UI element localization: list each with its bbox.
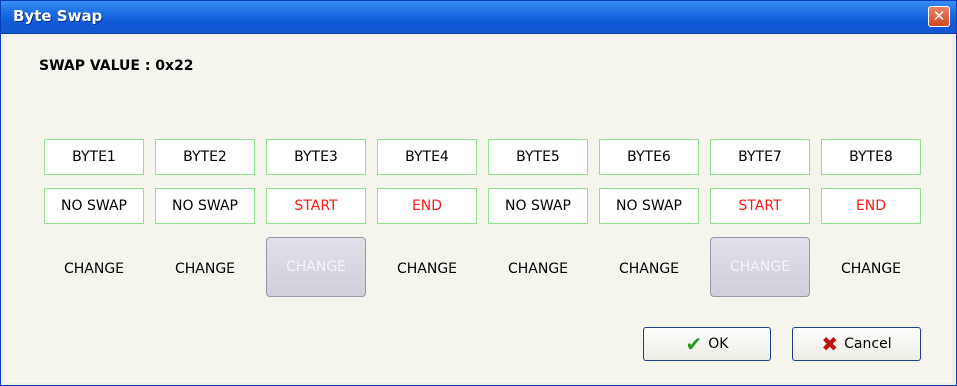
close-icon: ✕ (932, 7, 946, 25)
change-button-3[interactable]: CHANGE (266, 237, 366, 297)
checkmark-icon: ✔ (685, 332, 703, 356)
ok-button[interactable]: ✔ OK (643, 327, 771, 361)
swap-value-display: SWAP VALUE : 0x22 (39, 58, 194, 74)
close-button[interactable]: ✕ (928, 6, 950, 27)
byte-state-2: NO SWAP (155, 188, 255, 224)
byte-state-7: START (710, 188, 810, 224)
byte-state-4: END (377, 188, 477, 224)
byte-label-6: BYTE6 (599, 139, 699, 175)
byte-label-7: BYTE7 (710, 139, 810, 175)
change-button-1[interactable]: CHANGE (44, 239, 144, 299)
swap-value-label: SWAP VALUE : (39, 58, 151, 74)
byte-state-6: NO SWAP (599, 188, 699, 224)
swap-value: 0x22 (155, 58, 194, 74)
byte-swap-dialog: Byte Swap ✕ SWAP VALUE : 0x22 BYTE1 BYTE… (0, 0, 957, 386)
byte-label-5: BYTE5 (488, 139, 588, 175)
byte-state-3: START (266, 188, 366, 224)
window-title: Byte Swap (13, 7, 103, 25)
change-button-6[interactable]: CHANGE (599, 239, 699, 299)
byte-state-5: NO SWAP (488, 188, 588, 224)
change-button-8[interactable]: CHANGE (821, 239, 921, 299)
byte-label-2: BYTE2 (155, 139, 255, 175)
byte-state-1: NO SWAP (44, 188, 144, 224)
cancel-button-label: Cancel (844, 336, 892, 352)
byte-label-4: BYTE4 (377, 139, 477, 175)
change-button-5[interactable]: CHANGE (488, 239, 588, 299)
change-button-4[interactable]: CHANGE (377, 239, 477, 299)
ok-button-label: OK (708, 336, 729, 352)
cancel-x-icon: ✖ (821, 332, 839, 356)
byte-state-8: END (821, 188, 921, 224)
byte-label-3: BYTE3 (266, 139, 366, 175)
byte-label-8: BYTE8 (821, 139, 921, 175)
change-button-7[interactable]: CHANGE (710, 237, 810, 297)
cancel-button[interactable]: ✖ Cancel (792, 327, 921, 361)
byte-label-1: BYTE1 (44, 139, 144, 175)
title-bar[interactable]: Byte Swap ✕ (1, 1, 956, 34)
change-button-2[interactable]: CHANGE (155, 239, 255, 299)
